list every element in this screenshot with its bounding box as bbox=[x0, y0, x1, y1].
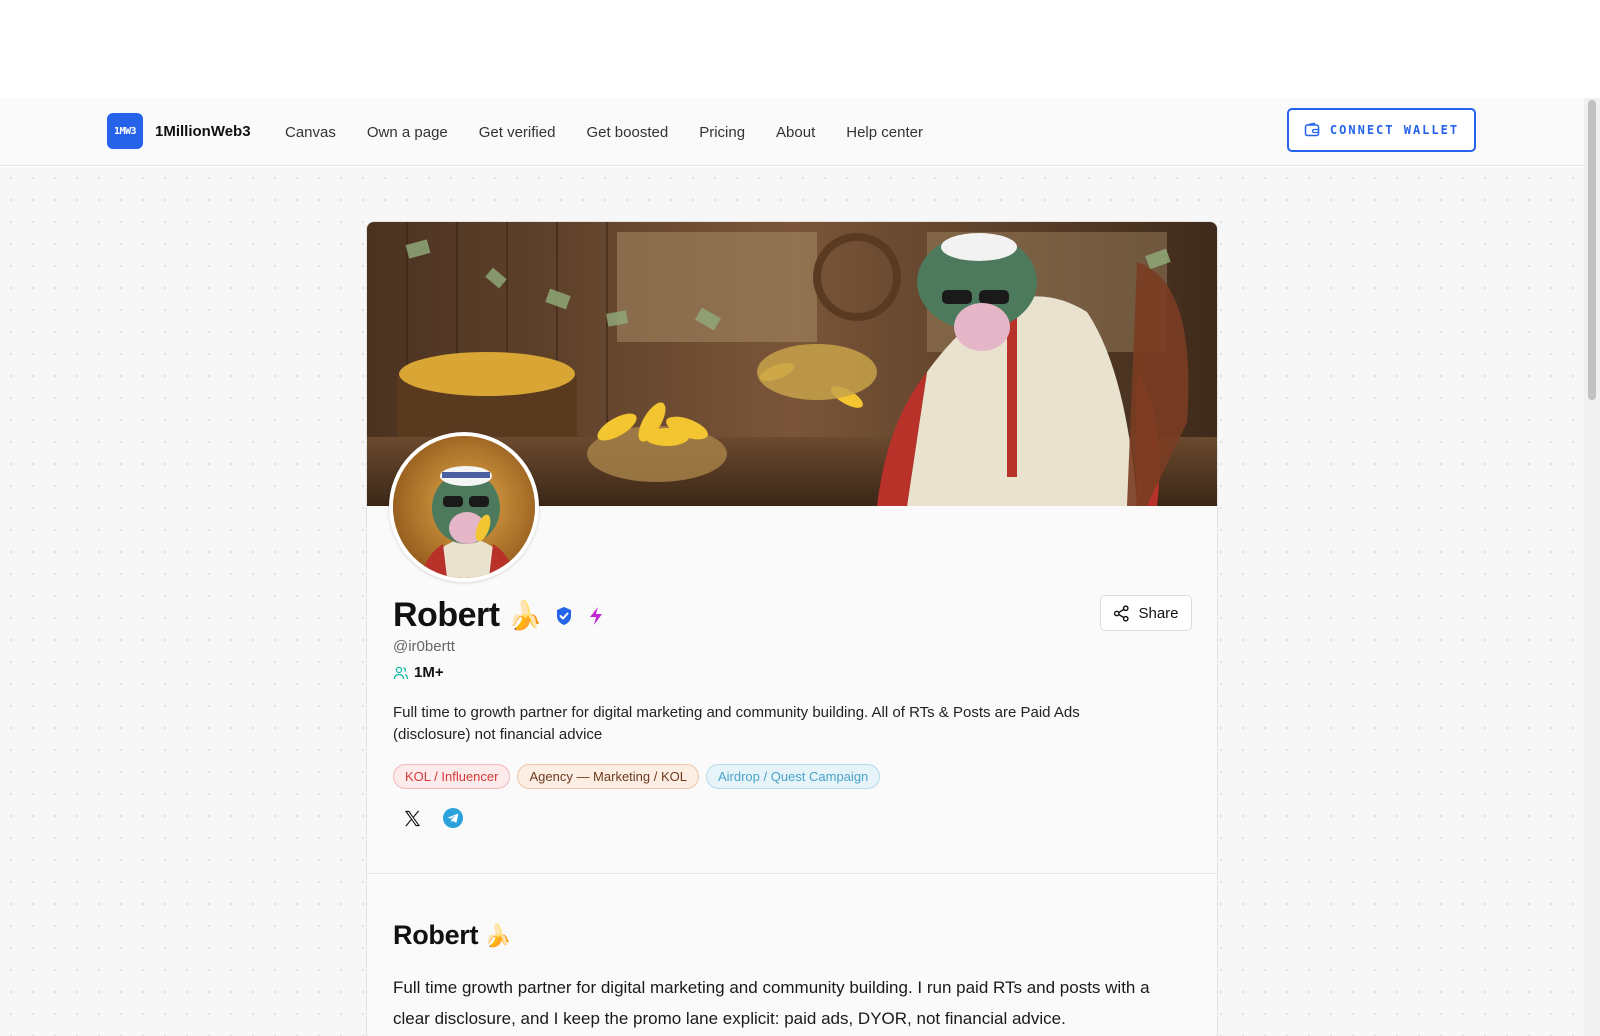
profile-name-emoji: 🍌 bbox=[507, 600, 543, 631]
brand-logo[interactable]: 1MW3 bbox=[107, 113, 143, 149]
verified-badge-icon[interactable] bbox=[554, 606, 574, 626]
boost-lightning-icon[interactable] bbox=[585, 605, 607, 627]
nav-link-help-center[interactable]: Help center bbox=[846, 124, 923, 141]
tag-airdrop-quest[interactable]: Airdrop / Quest Campaign bbox=[705, 764, 881, 789]
about-title-emoji: 🍌 bbox=[484, 922, 512, 948]
share-label: Share bbox=[1138, 604, 1179, 622]
about-section-body: Full time growth partner for digital mar… bbox=[393, 978, 1150, 1028]
tag-kol-influencer[interactable]: KOL / Influencer bbox=[393, 764, 511, 789]
tag-agency-marketing[interactable]: Agency — Marketing / KOL bbox=[517, 764, 699, 789]
nav-links: Canvas Own a page Get verified Get boost… bbox=[285, 98, 954, 166]
top-blank-area bbox=[0, 0, 1584, 98]
share-button[interactable]: Share bbox=[1100, 595, 1192, 631]
profile-card: Robert 🍌 Share @ir0bertt 1M+ Full time t bbox=[366, 221, 1218, 1036]
scrollbar-thumb[interactable] bbox=[1588, 100, 1596, 400]
about-title-text: Robert bbox=[393, 920, 479, 950]
top-navbar: 1MW3 1MillionWeb3 Canvas Own a page Get … bbox=[0, 98, 1584, 166]
wallet-icon bbox=[1304, 122, 1320, 137]
brand[interactable]: 1MW3 1MillionWeb3 bbox=[107, 113, 251, 149]
profile-name-row: Robert 🍌 bbox=[393, 596, 607, 635]
avatar-illustration bbox=[393, 436, 535, 578]
vertical-scrollbar[interactable] bbox=[1584, 98, 1600, 1036]
profile-handle: @ir0bertt bbox=[393, 638, 455, 655]
social-links bbox=[403, 808, 463, 828]
connect-wallet-label: CONNECT WALLET bbox=[1329, 123, 1460, 137]
brand-name[interactable]: 1MillionWeb3 bbox=[155, 123, 251, 140]
connect-wallet-button[interactable]: CONNECT WALLET bbox=[1287, 108, 1476, 152]
profile-avatar[interactable] bbox=[389, 432, 539, 582]
profile-tags: KOL / Influencer Agency — Marketing / KO… bbox=[393, 764, 887, 789]
users-icon bbox=[393, 666, 409, 679]
nav-link-pricing[interactable]: Pricing bbox=[699, 124, 745, 141]
section-divider bbox=[367, 873, 1217, 874]
about-section-title: Robert 🍌 bbox=[393, 920, 512, 951]
share-icon bbox=[1114, 604, 1130, 622]
nav-link-own-a-page[interactable]: Own a page bbox=[367, 124, 448, 141]
profile-bio: Full time to growth partner for digital … bbox=[393, 704, 1080, 743]
nav-link-get-verified[interactable]: Get verified bbox=[479, 124, 556, 141]
followers-count: 1M+ bbox=[393, 664, 444, 681]
nav-link-get-boosted[interactable]: Get boosted bbox=[586, 124, 668, 141]
x-twitter-icon[interactable] bbox=[403, 809, 422, 828]
profile-name: Robert bbox=[393, 596, 500, 634]
telegram-icon[interactable] bbox=[443, 808, 463, 828]
nav-link-about[interactable]: About bbox=[776, 124, 815, 141]
nav-link-canvas[interactable]: Canvas bbox=[285, 124, 336, 141]
followers-value: 1M+ bbox=[414, 664, 444, 681]
